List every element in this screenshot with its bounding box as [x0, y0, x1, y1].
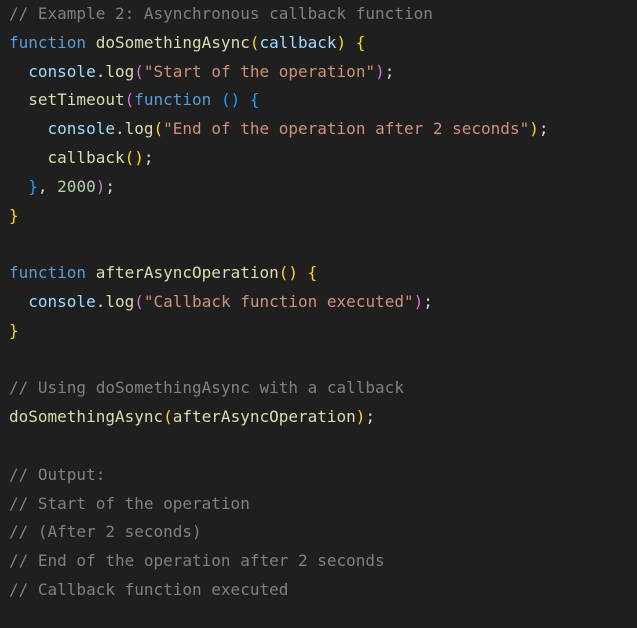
- code-line: callback();: [9, 144, 637, 173]
- code-token: // Example 2: Asynchronous callback func…: [9, 4, 433, 23]
- code-line: // Callback function executed: [9, 576, 637, 605]
- code-token: (): [278, 263, 298, 283]
- code-line: // Output:: [9, 461, 637, 490]
- code-token: log: [124, 119, 154, 139]
- code-token: ): [355, 407, 366, 427]
- code-token: ): [413, 291, 424, 311]
- code-token: function: [134, 90, 212, 110]
- code-line: function afterAsyncOperation() {: [9, 259, 637, 288]
- code-line: // Using doSomethingAsync with a callbac…: [9, 374, 637, 403]
- code-token: }: [28, 176, 38, 196]
- code-token: {: [249, 90, 260, 110]
- code-token: ;: [538, 119, 549, 139]
- code-token: doSomethingAsync: [9, 407, 164, 427]
- code-token: ): [529, 119, 539, 139]
- code-token: console: [28, 291, 96, 311]
- code-token: (: [124, 90, 135, 110]
- code-line: // (After 2 seconds): [9, 518, 637, 547]
- code-line: // Start of the operation: [9, 490, 637, 519]
- code-token: }: [9, 205, 19, 225]
- code-token: (: [163, 407, 173, 427]
- code-line: doSomethingAsync(afterAsyncOperation);: [9, 403, 637, 432]
- code-line: }: [9, 202, 637, 231]
- code-line: console.log("Start of the operation");: [9, 58, 637, 87]
- code-line: }, 2000);: [9, 173, 637, 202]
- code-token: (: [134, 61, 144, 81]
- code-token: ;: [384, 61, 395, 81]
- code-token: (): [124, 147, 144, 167]
- code-token: // (After 2 seconds): [9, 522, 202, 542]
- code-token: // Using doSomethingAsync with a callbac…: [9, 378, 404, 398]
- code-token: ): [375, 61, 385, 81]
- code-token: // Callback function executed: [9, 579, 289, 599]
- code-token: setTimeout: [28, 90, 125, 110]
- code-token: }: [9, 320, 19, 340]
- code-line: setTimeout(function () {: [9, 86, 637, 115]
- code-token: (: [153, 119, 164, 139]
- code-token: ;: [423, 291, 433, 311]
- code-token: {: [307, 263, 318, 283]
- code-token: (: [134, 291, 144, 311]
- code-token: function: [9, 32, 87, 52]
- code-token: "Callback function executed": [143, 291, 414, 311]
- code-token: ;: [365, 407, 376, 427]
- code-block: // Example 2: Asynchronous callback func…: [9, 0, 637, 605]
- code-token: 2000: [57, 176, 96, 196]
- code-token: ): [336, 32, 356, 52]
- code-token: // Output:: [9, 464, 106, 484]
- code-token: callback: [259, 32, 337, 52]
- code-token: ,: [37, 176, 58, 196]
- code-token: callback: [47, 147, 125, 167]
- code-token: ): [95, 176, 106, 196]
- code-line: }: [9, 317, 637, 346]
- code-token: // End of the operation after 2 seconds: [9, 551, 385, 571]
- code-token: afterAsyncOperation: [95, 263, 279, 283]
- code-token: // Start of the operation: [9, 493, 250, 513]
- code-token: doSomethingAsync: [95, 32, 250, 52]
- code-token: (): [220, 90, 241, 110]
- code-token: "Start of the operation": [143, 61, 376, 81]
- code-line: function doSomethingAsync(callback) {: [9, 29, 637, 58]
- code-token: ;: [143, 147, 154, 167]
- code-line: // Example 2: Asynchronous callback func…: [9, 0, 637, 29]
- code-token: function: [9, 263, 87, 283]
- code-token: "End of the operation after 2 seconds": [163, 119, 530, 139]
- code-line: console.log("End of the operation after …: [9, 115, 637, 144]
- code-token: log: [105, 61, 135, 81]
- code-token: ;: [105, 176, 115, 196]
- code-token: {: [355, 32, 366, 52]
- code-token: afterAsyncOperation: [172, 407, 356, 427]
- code-token: .: [114, 119, 125, 139]
- code-token: console: [28, 61, 96, 81]
- code-token: log: [105, 291, 135, 311]
- code-token: console: [47, 119, 115, 139]
- code-line: // End of the operation after 2 seconds: [9, 547, 637, 576]
- code-token: .: [95, 61, 106, 81]
- code-token: .: [95, 291, 106, 311]
- code-line: console.log("Callback function executed"…: [9, 288, 637, 317]
- code-editor: // Example 2: Asynchronous callback func…: [0, 0, 637, 628]
